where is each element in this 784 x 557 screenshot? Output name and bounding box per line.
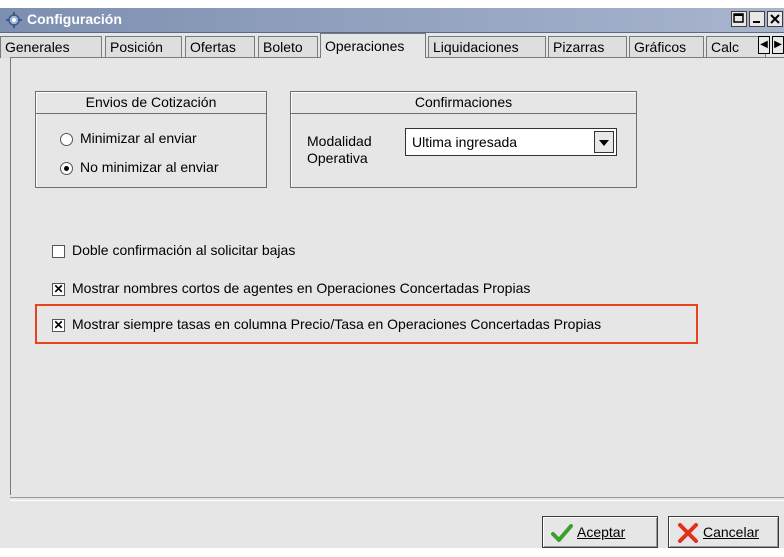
minimize-button[interactable] xyxy=(749,11,765,27)
tab-label: Generales xyxy=(5,39,70,55)
radio-minimizar-label: Minimizar al enviar xyxy=(80,130,197,146)
radio-no-minimizar-label: No minimizar al enviar xyxy=(80,159,219,175)
tab-label: Ofertas xyxy=(190,39,236,55)
envios-group: Envios de Cotización Minimizar al enviar… xyxy=(35,91,267,188)
checkbox[interactable]: ✕ xyxy=(52,281,65,296)
tab-graficos[interactable]: Gráficos xyxy=(629,36,704,58)
cancelar-label: Cancelar xyxy=(703,524,760,540)
desktop-strip-bottom xyxy=(0,548,784,557)
tab-label: Calc xyxy=(711,39,740,55)
tab-boleto[interactable]: Boleto xyxy=(258,36,318,58)
tab-label: Posición xyxy=(110,39,163,55)
triangle-right-icon: ▶ xyxy=(774,39,782,50)
desktop-strip-top xyxy=(0,0,784,8)
aceptar-label: Aceptar xyxy=(577,524,626,540)
check-mostrar-tasas-label: Mostrar siempre tasas en columna Precio/… xyxy=(72,316,602,332)
radio-button[interactable] xyxy=(60,161,73,175)
check-nombres-cortos[interactable]: ✕ Mostrar nombres cortos de agentes en Op… xyxy=(52,279,530,297)
tab-label: Operaciones xyxy=(325,38,405,54)
modalidad-operativa-label: Modalidad Operativa xyxy=(307,133,372,167)
tab-calc[interactable]: Calc xyxy=(706,36,766,58)
checkbox[interactable] xyxy=(52,244,65,258)
tab-label: Liquidaciones xyxy=(433,39,519,55)
tab-label: Pizarras xyxy=(553,39,605,55)
tab-generales[interactable]: Generales xyxy=(0,36,102,58)
radio-button[interactable] xyxy=(60,132,73,146)
tab-pizarras[interactable]: Pizarras xyxy=(548,36,627,58)
close-icon xyxy=(770,14,780,24)
checkmark-x-icon: ✕ xyxy=(53,317,64,332)
cancelar-button[interactable]: Cancelar xyxy=(668,516,779,548)
tab-operaciones[interactable]: Operaciones xyxy=(320,33,426,58)
close-button[interactable] xyxy=(767,11,783,27)
tab-strip: Generales Posición Ofertas Boleto Operac… xyxy=(0,33,784,58)
title-bar[interactable]: Configuración xyxy=(0,8,784,33)
aceptar-button[interactable]: Aceptar xyxy=(542,516,658,548)
minimize-icon xyxy=(753,21,760,23)
modalidad-selected-value: Ultima ingresada xyxy=(412,134,518,150)
operaciones-panel: Envios de Cotización Minimizar al enviar… xyxy=(10,57,784,495)
check-nombres-cortos-label: Mostrar nombres cortos de agentes en Ope… xyxy=(72,280,531,296)
checkmark-x-icon: ✕ xyxy=(53,281,64,296)
confirmaciones-group: Confirmaciones Modalidad Operativa Ultim… xyxy=(290,91,637,188)
triangle-left-icon: ◀ xyxy=(760,39,768,50)
tab-label: Gráficos xyxy=(634,39,687,55)
gear-icon xyxy=(6,12,22,28)
tab-posicion[interactable]: Posición xyxy=(105,36,182,58)
dropdown-arrow-icon[interactable] xyxy=(594,131,614,153)
check-doble-confirmacion-label: Doble confirmación al solicitar bajas xyxy=(72,242,296,258)
window-title: Configuración xyxy=(27,11,122,27)
checkbox[interactable]: ✕ xyxy=(52,317,65,332)
modalidad-operativa-select[interactable]: Ultima ingresada xyxy=(405,128,617,156)
tab-liquidaciones[interactable]: Liquidaciones xyxy=(428,36,546,58)
maximize-button[interactable] xyxy=(731,11,747,27)
tab-scroll-right-button[interactable]: ▶ xyxy=(772,36,784,54)
tab-ofertas[interactable]: Ofertas xyxy=(185,36,255,58)
radio-minimizar[interactable]: Minimizar al enviar xyxy=(60,129,197,147)
maximize-icon xyxy=(733,13,744,23)
envios-group-title: Envios de Cotización xyxy=(36,92,266,114)
checkmark-icon xyxy=(551,524,573,543)
footer-divider xyxy=(10,497,784,501)
tab-label: Boleto xyxy=(263,39,303,55)
confirmaciones-group-title: Confirmaciones xyxy=(291,92,636,114)
check-mostrar-tasas[interactable]: ✕ Mostrar siempre tasas en columna Precio… xyxy=(52,315,601,333)
check-doble-confirmacion[interactable]: Doble confirmación al solicitar bajas xyxy=(52,241,295,259)
radio-no-minimizar[interactable]: No minimizar al enviar xyxy=(60,158,218,176)
modalidad-label-line2: Operativa xyxy=(307,150,368,166)
tab-scroll-left-button[interactable]: ◀ xyxy=(758,36,770,54)
cancel-x-icon xyxy=(678,523,698,544)
modalidad-label-line1: Modalidad xyxy=(307,133,372,149)
configuracion-window: Configuración Generales Posición Ofertas… xyxy=(0,8,784,548)
